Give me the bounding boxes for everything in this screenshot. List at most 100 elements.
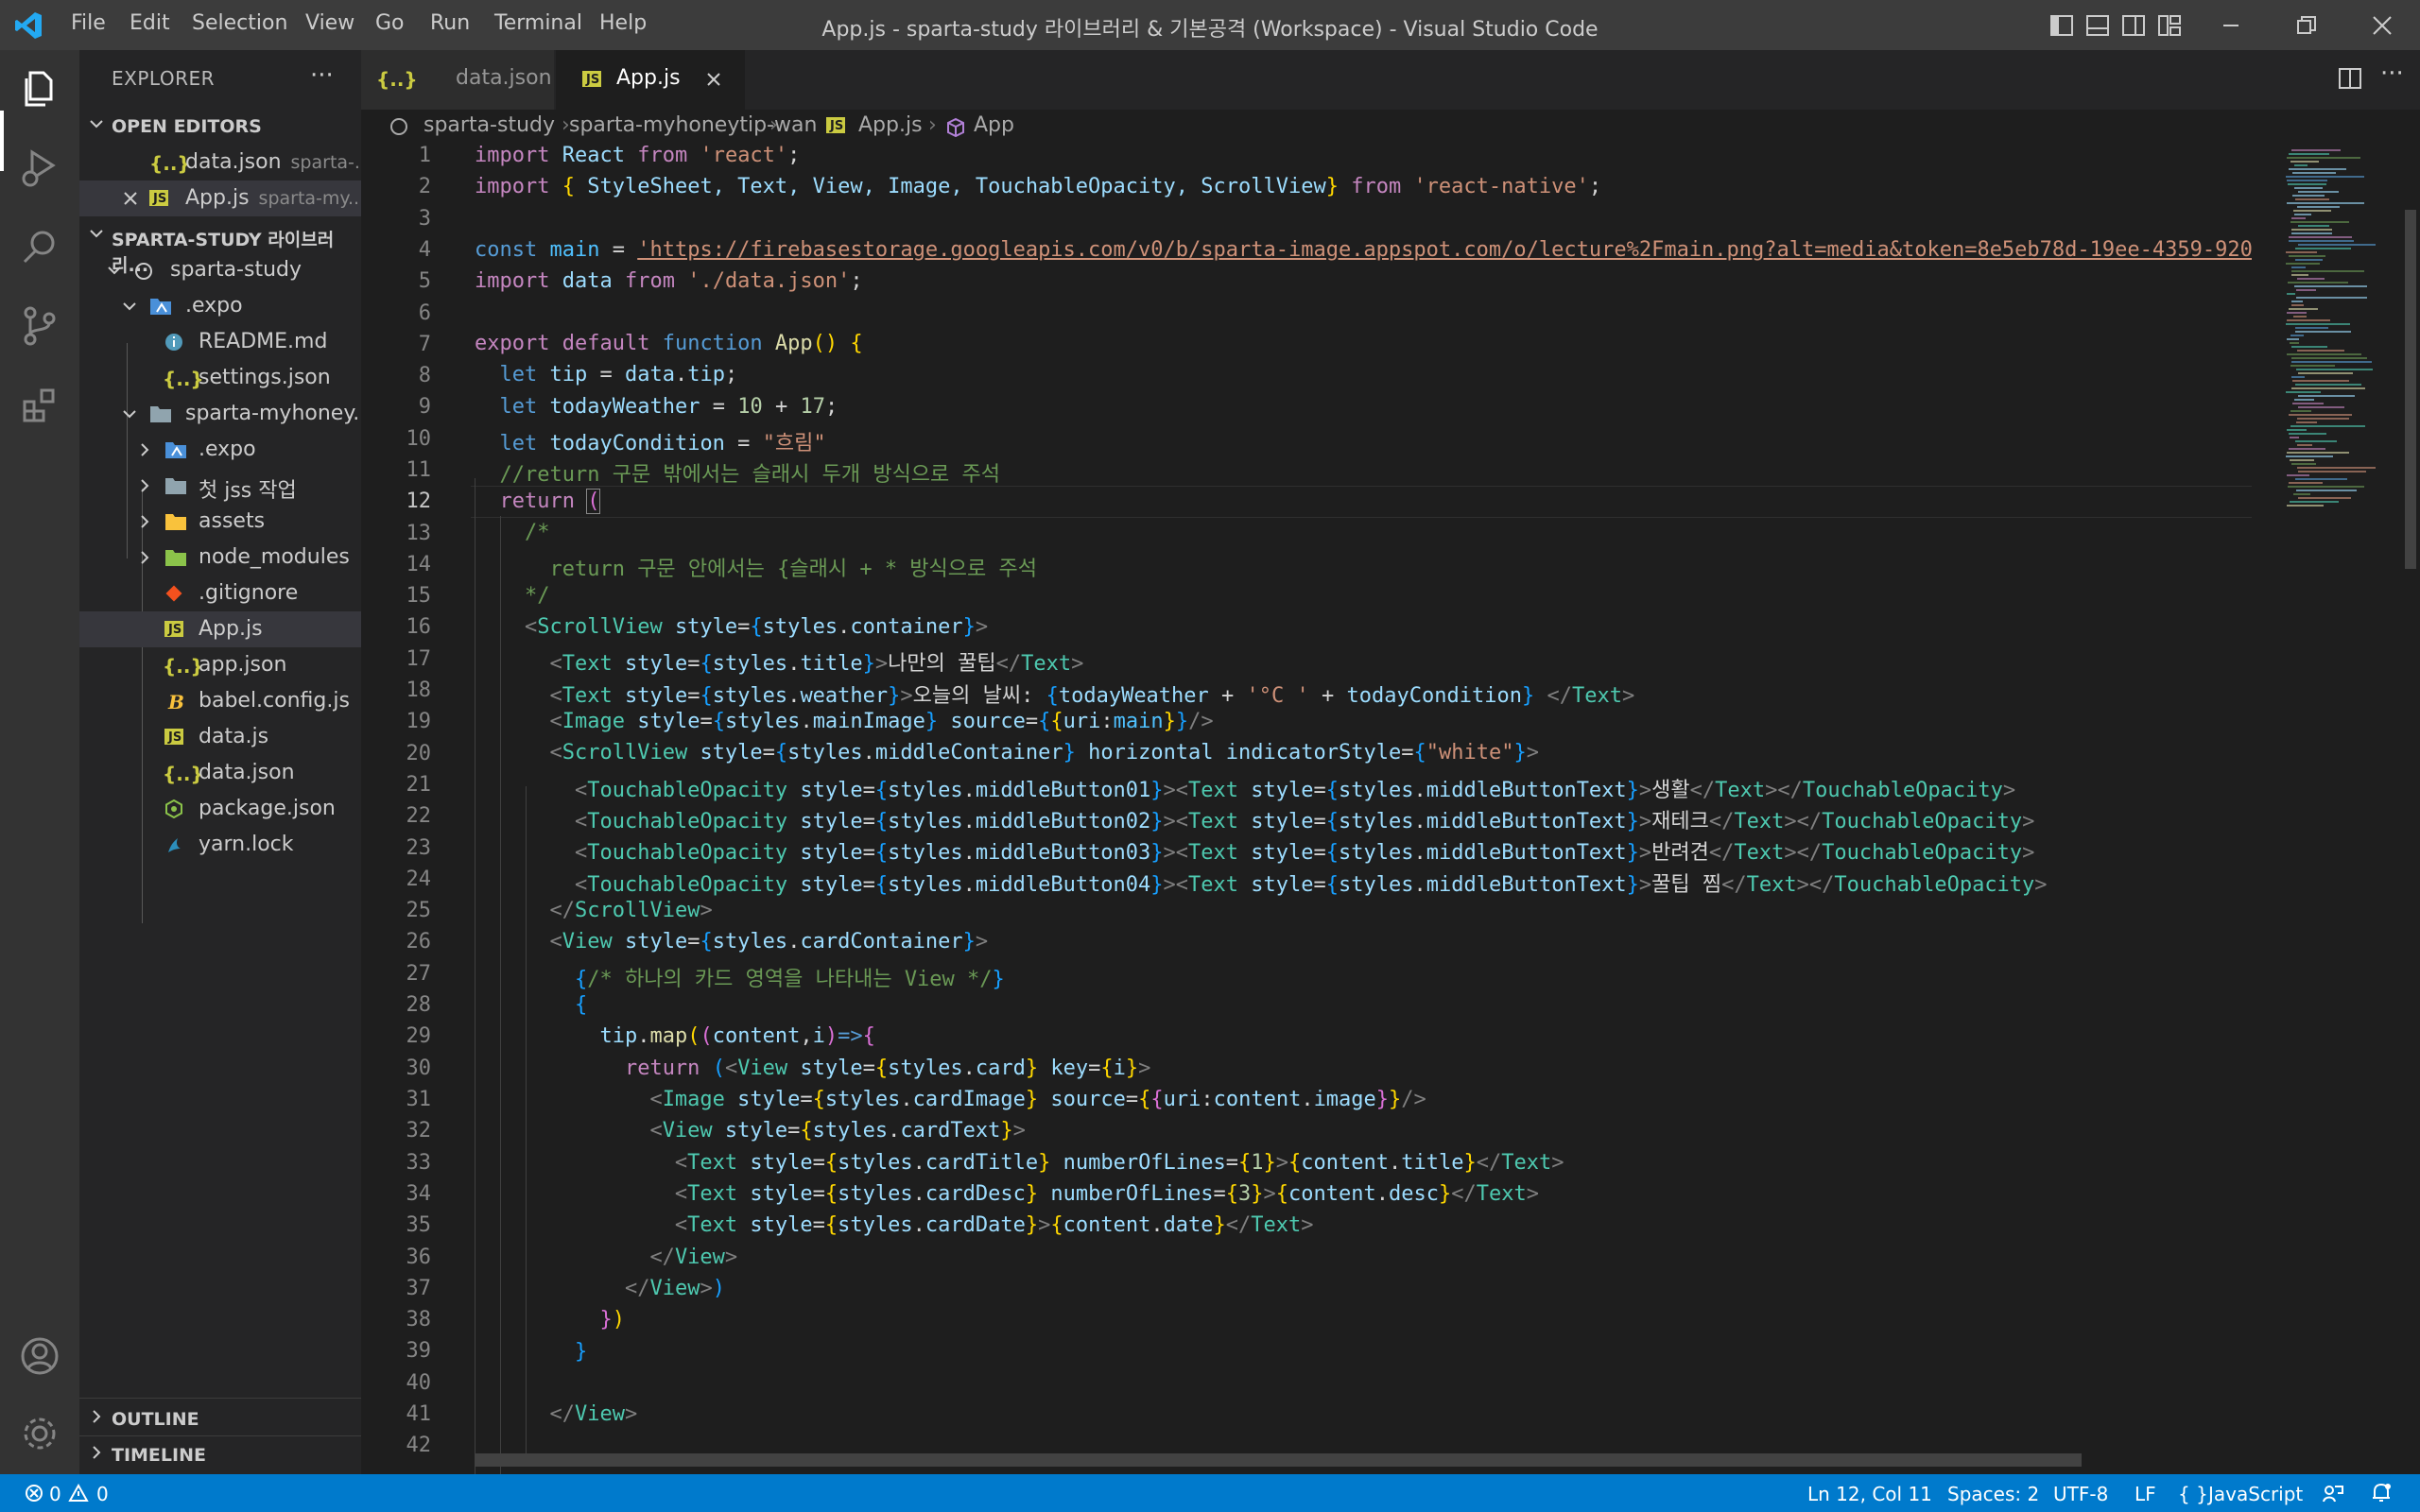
encoding[interactable]: UTF-8 — [2053, 1483, 2108, 1505]
expo-folder-icon — [150, 299, 171, 315]
line-number: 35 — [406, 1213, 432, 1237]
restore-button[interactable] — [2288, 8, 2325, 43]
tree-folder-expo[interactable]: .expo — [79, 288, 361, 324]
cursor-position[interactable]: Ln 12, Col 11 — [1807, 1483, 1932, 1505]
code-editor[interactable]: 1 2 3 4 5 6 7 8 9 10 11 12 13 14 15 16 17 18 19 20 21 22 23 24 2… — [361, 144, 2252, 1474]
vertical-scrollbar[interactable] — [2401, 144, 2420, 1474]
line-number: 2 — [418, 175, 431, 198]
more-actions-icon[interactable]: ··· — [2380, 60, 2404, 88]
minimap-line — [2297, 418, 2349, 420]
tab-data-json[interactable]: {..} data.json — [361, 50, 554, 110]
minimap-line — [2298, 395, 2355, 397]
menu-selection[interactable]: Selection — [192, 11, 287, 35]
error-icon[interactable] — [25, 1484, 43, 1503]
chevron-right-icon — [141, 551, 149, 564]
run-debug-icon[interactable] — [17, 145, 62, 190]
breadcrumb-item[interactable]: App — [974, 113, 1014, 137]
chevron-down-icon — [123, 410, 136, 419]
tree-folder-node-modules[interactable]: node_modules — [79, 540, 361, 576]
tree-file-readme[interactable]: README.md — [79, 324, 361, 360]
gear-icon[interactable] — [17, 1411, 62, 1456]
customize-layout-icon[interactable] — [2155, 11, 2184, 40]
scrollbar-thumb[interactable] — [2405, 210, 2416, 569]
toggle-panel-icon[interactable] — [2083, 11, 2112, 40]
tree-file-yarn-lock[interactable]: yarn.lock — [79, 827, 361, 863]
extensions-icon[interactable] — [17, 383, 62, 428]
split-editor-icon[interactable] — [2337, 65, 2363, 92]
tree-folder-sparta-study[interactable]: sparta-study — [79, 252, 361, 288]
feedback-icon[interactable] — [2322, 1483, 2344, 1503]
horizontal-scrollbar[interactable] — [475, 1453, 2082, 1467]
search-icon[interactable] — [17, 224, 62, 269]
minimap-line — [2286, 391, 2321, 393]
code-line: <Text style={styles.weather}>오늘의 날씨: {to… — [549, 684, 1635, 708]
open-editor-data-json[interactable]: {..} data.jsonsparta-... — [79, 145, 361, 180]
tree-file-data-js[interactable]: JS data.js — [79, 719, 361, 755]
line-number: 11 — [406, 458, 432, 482]
minimap-line — [2289, 255, 2325, 257]
accounts-icon[interactable] — [17, 1333, 62, 1379]
bell-icon[interactable] — [2371, 1482, 2392, 1504]
tree-folder-assets[interactable]: assets — [79, 504, 361, 540]
menu-help[interactable]: Help — [599, 11, 647, 35]
language-mode[interactable]: JavaScript — [2208, 1483, 2303, 1505]
open-editor-app-js[interactable]: JS App.js sparta-my... — [79, 180, 361, 216]
minimap-line — [2290, 501, 2339, 503]
line-number: 30 — [406, 1057, 432, 1080]
tree-file-gitignore[interactable]: .gitignore — [79, 576, 361, 611]
menu-run[interactable]: Run — [430, 11, 470, 35]
tree-file-package-json[interactable]: package.json — [79, 791, 361, 827]
minimap-line — [2287, 353, 2361, 355]
close-window-button[interactable] — [2363, 8, 2401, 43]
tab-app-js[interactable]: JS App.js — [556, 50, 745, 110]
close-tab-icon[interactable] — [705, 71, 722, 88]
toggle-primary-sidebar-icon[interactable] — [2048, 11, 2076, 40]
tree-file-data-json[interactable]: {..} data.json — [79, 755, 361, 791]
minimap-line — [2295, 259, 2323, 261]
tree-folder-expo-2[interactable]: .expo — [79, 432, 361, 468]
minimap-line — [2286, 455, 2333, 457]
more-actions-icon[interactable]: ··· — [310, 61, 334, 90]
minimap-line — [2289, 236, 2352, 238]
open-editors-header[interactable]: OPEN EDITORS — [79, 111, 361, 143]
minimize-button[interactable] — [2212, 8, 2250, 43]
error-count[interactable]: 0 — [49, 1483, 61, 1505]
code-line: tip.map((content,i)=>{ — [599, 1024, 875, 1048]
menu-view[interactable]: View — [305, 11, 354, 35]
vscode-logo-icon — [15, 12, 42, 39]
source-control-icon[interactable] — [17, 303, 62, 349]
breadcrumb-separator: › — [769, 113, 778, 137]
menu-go[interactable]: Go — [375, 11, 405, 35]
toggle-secondary-sidebar-icon[interactable] — [2119, 11, 2148, 40]
minimap-line — [2287, 293, 2295, 295]
minimap-line — [2298, 225, 2329, 227]
minimap[interactable] — [2282, 144, 2401, 1474]
code-line: <Image style={styles.mainImage} source={… — [549, 710, 1214, 733]
tree-file-settings-json[interactable]: {..} settings.json — [79, 360, 361, 396]
workspace-header[interactable]: SPARTA-STUDY 라이브러리... — [79, 220, 361, 276]
breadcrumb-item[interactable]: App.js — [858, 113, 923, 137]
menu-file[interactable]: File — [71, 11, 106, 35]
tree-file-app-js[interactable]: JS App.js — [79, 611, 361, 647]
menu-terminal[interactable]: Terminal — [494, 11, 582, 35]
breadcrumb-item[interactable]: sparta-myhoneytip-wan — [569, 113, 817, 137]
tree-folder-sparta-myhoneytip[interactable]: sparta-myhoney... — [79, 396, 361, 432]
end-of-line[interactable]: LF — [2135, 1483, 2156, 1505]
tree-file-app-json[interactable]: {..} app.json — [79, 647, 361, 683]
explorer-title: EXPLORER — [112, 67, 215, 90]
menu-edit[interactable]: Edit — [130, 11, 170, 35]
tree-file-babel-config[interactable]: B babel.config.js — [79, 683, 361, 719]
code-line: }) — [599, 1308, 625, 1332]
warning-count[interactable]: 0 — [96, 1483, 109, 1505]
minimap-line — [2294, 164, 2308, 166]
warning-icon[interactable] — [68, 1484, 89, 1503]
close-icon[interactable] — [123, 191, 138, 206]
timeline-header[interactable]: TIMELINE — [79, 1439, 361, 1471]
outline-header[interactable]: OUTLINE — [79, 1403, 361, 1435]
explorer-icon[interactable] — [17, 65, 62, 111]
code-line: let todayCondition = "흐림" — [499, 432, 826, 455]
code-line: const main = 'https://firebasestorage.go… — [475, 238, 2252, 262]
tree-folder-jss[interactable]: 첫 jss 작업 — [79, 468, 361, 504]
indentation[interactable]: Spaces: 2 — [1947, 1483, 2039, 1505]
breadcrumb-item[interactable]: sparta-study — [424, 113, 555, 137]
